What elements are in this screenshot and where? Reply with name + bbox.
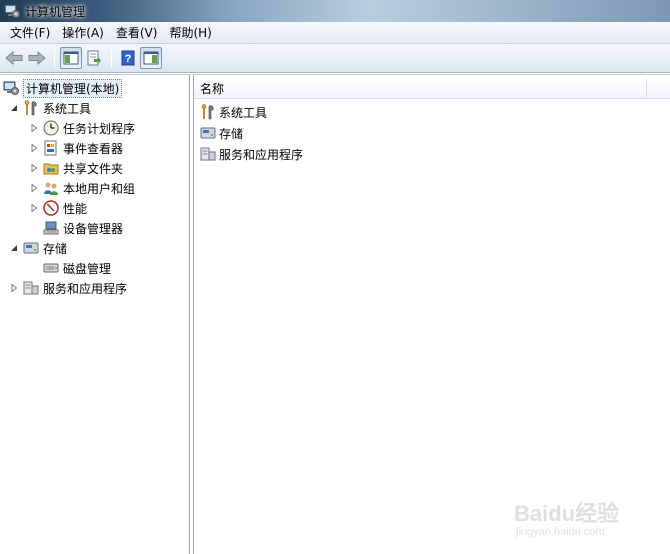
tree-item-system-tools[interactable]: 系统工具 bbox=[9, 98, 91, 118]
collapsed-arrow-icon[interactable] bbox=[29, 123, 39, 133]
forward-arrow-icon bbox=[28, 51, 46, 65]
details-list: 名称 系统工具 存储 服务和应用程序 bbox=[193, 74, 670, 554]
list-item-label: 服务和应用程序 bbox=[219, 147, 304, 162]
tree-item-label: 设备管理器 bbox=[63, 221, 124, 236]
tree-item-label: 磁盘管理 bbox=[63, 261, 112, 276]
export-list-button[interactable] bbox=[83, 47, 105, 69]
task-scheduler-icon bbox=[43, 120, 59, 136]
back-arrow-icon bbox=[5, 51, 23, 65]
menu-action[interactable]: 操作(A) bbox=[56, 23, 110, 43]
tree-item-shared-folders[interactable]: 共享文件夹 bbox=[29, 158, 123, 178]
menu-bar: 文件(F) 操作(A) 查看(V) 帮助(H) bbox=[0, 22, 670, 44]
show-hide-tree-button[interactable] bbox=[60, 47, 82, 69]
list-item-storage[interactable]: 存储 bbox=[200, 123, 243, 143]
title-bar[interactable]: 计算机管理 bbox=[0, 0, 670, 22]
collapsed-arrow-icon[interactable] bbox=[29, 203, 39, 213]
tree-item-label: 存储 bbox=[43, 241, 68, 256]
list-item-services-applications[interactable]: 服务和应用程序 bbox=[200, 144, 303, 164]
list-item-label: 系统工具 bbox=[219, 105, 268, 120]
tree-item-event-viewer[interactable]: 事件查看器 bbox=[29, 138, 123, 158]
tree-item-label: 系统工具 bbox=[43, 101, 92, 116]
tree-item-label: 事件查看器 bbox=[63, 141, 124, 156]
tree-item-label: 计算机管理(本地) bbox=[23, 78, 123, 98]
watermark-text: Baidu经验 bbox=[514, 501, 620, 526]
tree-item-local-users-groups[interactable]: 本地用户和组 bbox=[29, 178, 135, 198]
device-manager-icon bbox=[43, 221, 59, 235]
toolbar: ? bbox=[0, 44, 670, 73]
list-header: 名称 bbox=[194, 77, 670, 99]
services-applications-icon bbox=[200, 147, 216, 161]
watermark-subtext: jingyan.baidu.com bbox=[516, 526, 605, 538]
show-hide-action-pane-icon bbox=[143, 51, 159, 65]
collapsed-arrow-icon[interactable] bbox=[29, 183, 39, 193]
collapsed-arrow-icon[interactable] bbox=[9, 283, 19, 293]
storage-icon bbox=[23, 242, 39, 254]
system-tools-icon bbox=[24, 100, 37, 116]
show-hide-tree-icon bbox=[63, 51, 79, 65]
shared-folders-icon bbox=[43, 163, 59, 175]
disk-management-icon bbox=[43, 263, 59, 273]
column-header-name[interactable]: 名称 bbox=[200, 80, 224, 97]
console-tree: 计算机管理(本地) 系统工具 任务计划程序 事件查看器 共享文件夹 本地用户和组… bbox=[0, 74, 190, 554]
forward-button[interactable] bbox=[26, 47, 48, 69]
tree-item-label: 任务计划程序 bbox=[63, 121, 136, 136]
tree-item-storage[interactable]: 存储 bbox=[9, 238, 67, 258]
menu-view[interactable]: 查看(V) bbox=[110, 23, 164, 43]
menu-help[interactable]: 帮助(H) bbox=[163, 23, 217, 43]
tree-item-device-manager[interactable]: 设备管理器 bbox=[43, 218, 123, 238]
collapsed-arrow-icon[interactable] bbox=[29, 163, 39, 173]
column-divider[interactable] bbox=[646, 79, 647, 97]
tree-item-task-scheduler[interactable]: 任务计划程序 bbox=[29, 118, 135, 138]
svg-text:?: ? bbox=[125, 53, 132, 65]
tree-item-label: 共享文件夹 bbox=[63, 161, 124, 176]
local-users-groups-icon bbox=[44, 182, 58, 195]
event-viewer-icon bbox=[44, 140, 57, 156]
menu-file[interactable]: 文件(F) bbox=[4, 23, 56, 43]
computer-management-icon bbox=[3, 81, 19, 95]
system-tools-icon bbox=[201, 104, 214, 120]
tree-item-label: 服务和应用程序 bbox=[43, 281, 128, 296]
baidu-watermark: Baidu经验 jingyan.baidu.com bbox=[514, 486, 664, 546]
storage-icon bbox=[200, 127, 216, 139]
show-hide-action-pane-button[interactable] bbox=[140, 47, 162, 69]
help-button[interactable]: ? bbox=[117, 47, 139, 69]
toolbar-separator bbox=[54, 48, 55, 68]
computer-management-icon bbox=[4, 4, 20, 18]
window-title: 计算机管理 bbox=[25, 4, 86, 19]
tree-item-disk-management[interactable]: 磁盘管理 bbox=[43, 258, 111, 278]
tree-item-label: 本地用户和组 bbox=[63, 181, 136, 196]
expanded-arrow-icon[interactable] bbox=[9, 103, 19, 113]
tree-item-performance[interactable]: 性能 bbox=[29, 198, 87, 218]
back-button[interactable] bbox=[3, 47, 25, 69]
tree-item-services-applications[interactable]: 服务和应用程序 bbox=[9, 278, 127, 298]
services-applications-icon bbox=[23, 281, 39, 295]
expanded-arrow-icon[interactable] bbox=[9, 243, 19, 253]
list-item-system-tools[interactable]: 系统工具 bbox=[200, 102, 267, 122]
list-item-label: 存储 bbox=[219, 126, 244, 141]
collapsed-arrow-icon[interactable] bbox=[29, 143, 39, 153]
help-icon: ? bbox=[121, 50, 135, 66]
tree-item-computer-management[interactable]: 计算机管理(本地) bbox=[3, 78, 123, 98]
toolbar-separator bbox=[111, 48, 112, 68]
performance-icon bbox=[43, 200, 59, 216]
tree-item-label: 性能 bbox=[63, 201, 88, 216]
export-list-icon bbox=[87, 50, 101, 66]
